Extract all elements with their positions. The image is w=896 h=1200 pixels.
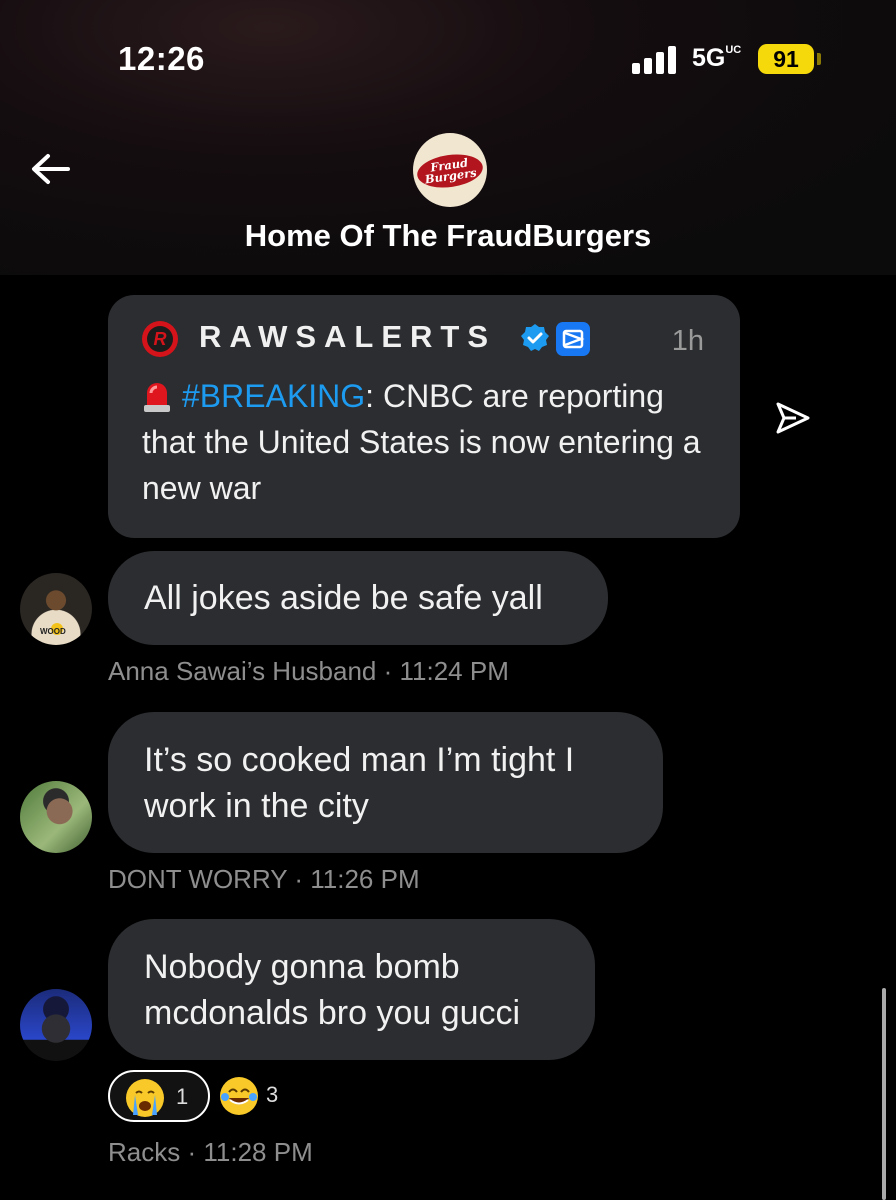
back-button[interactable] — [26, 146, 76, 192]
message-text: Nobody gonna bomb mcdonalds bro you gucc… — [144, 947, 521, 1032]
message-meta: Racks · 11:28 PM — [108, 1137, 313, 1167]
message-text: It’s so cooked man I’m tight I work in t… — [144, 740, 575, 825]
reaction-count: 3 — [266, 1082, 279, 1107]
network-type: 5GUC — [692, 43, 742, 72]
message-time: 11:24 PM — [399, 656, 509, 686]
message-meta: DONT WORRY · 11:26 PM — [108, 864, 420, 894]
svg-text:WOOD: WOOD — [40, 627, 66, 636]
status-bar: 12:26 5GUC 91 — [0, 0, 896, 120]
scrollbar[interactable] — [882, 988, 886, 1200]
tears-of-joy-emoji — [220, 1077, 258, 1115]
affiliate-badge-icon — [556, 322, 590, 356]
avatar[interactable] — [20, 781, 92, 853]
verified-badge-icon — [521, 324, 549, 351]
cellular-signal-icon — [632, 46, 678, 74]
message-sender[interactable]: Anna Sawai’s Husband — [108, 656, 376, 686]
post-age: 1h — [671, 325, 704, 357]
shared-post-card[interactable]: R RAWSALERTS 1h #BREAKING: CNBC are repo… — [108, 295, 740, 538]
message-bubble[interactable]: All jokes aside be safe yall — [108, 551, 608, 645]
share-button[interactable] — [772, 398, 812, 438]
avatar[interactable] — [20, 989, 92, 1061]
arrow-left-icon — [32, 154, 70, 184]
group-logo-badge: Fraud Burgers — [415, 150, 485, 192]
message-bubble[interactable]: It’s so cooked man I’m tight I work in t… — [108, 712, 663, 853]
crying-face-emoji — [126, 1079, 164, 1117]
source-name: RAWSALERTS — [199, 319, 496, 354]
send-icon — [776, 402, 810, 434]
message-time: 11:28 PM — [203, 1137, 313, 1167]
message-sender[interactable]: DONT WORRY — [108, 864, 294, 894]
battery-indicator: 91 — [758, 44, 814, 74]
avatar[interactable]: WOOD — [20, 573, 92, 645]
message-time: 11:26 PM — [310, 864, 420, 894]
message-sender[interactable]: Racks — [108, 1137, 180, 1167]
reaction-count: 1 — [176, 1084, 189, 1109]
reaction-laughing[interactable]: 3 — [218, 1070, 298, 1122]
group-logo[interactable]: Fraud Burgers — [413, 133, 487, 207]
siren-icon — [142, 378, 172, 412]
reaction-crying[interactable]: 1 — [108, 1070, 210, 1122]
battery-tip — [817, 53, 821, 65]
message-meta: Anna Sawai’s Husband · 11:24 PM — [108, 656, 509, 686]
source-avatar: R — [142, 321, 178, 357]
message-text: All jokes aside be safe yall — [144, 579, 543, 617]
status-time: 12:26 — [118, 40, 205, 77]
post-text: #BREAKING: CNBC are reporting that the U… — [142, 373, 712, 511]
group-title[interactable]: Home Of The FraudBurgers — [0, 218, 896, 254]
message-bubble[interactable]: Nobody gonna bomb mcdonalds bro you gucc… — [108, 919, 595, 1060]
post-hashtag[interactable]: #BREAKING — [182, 378, 365, 414]
